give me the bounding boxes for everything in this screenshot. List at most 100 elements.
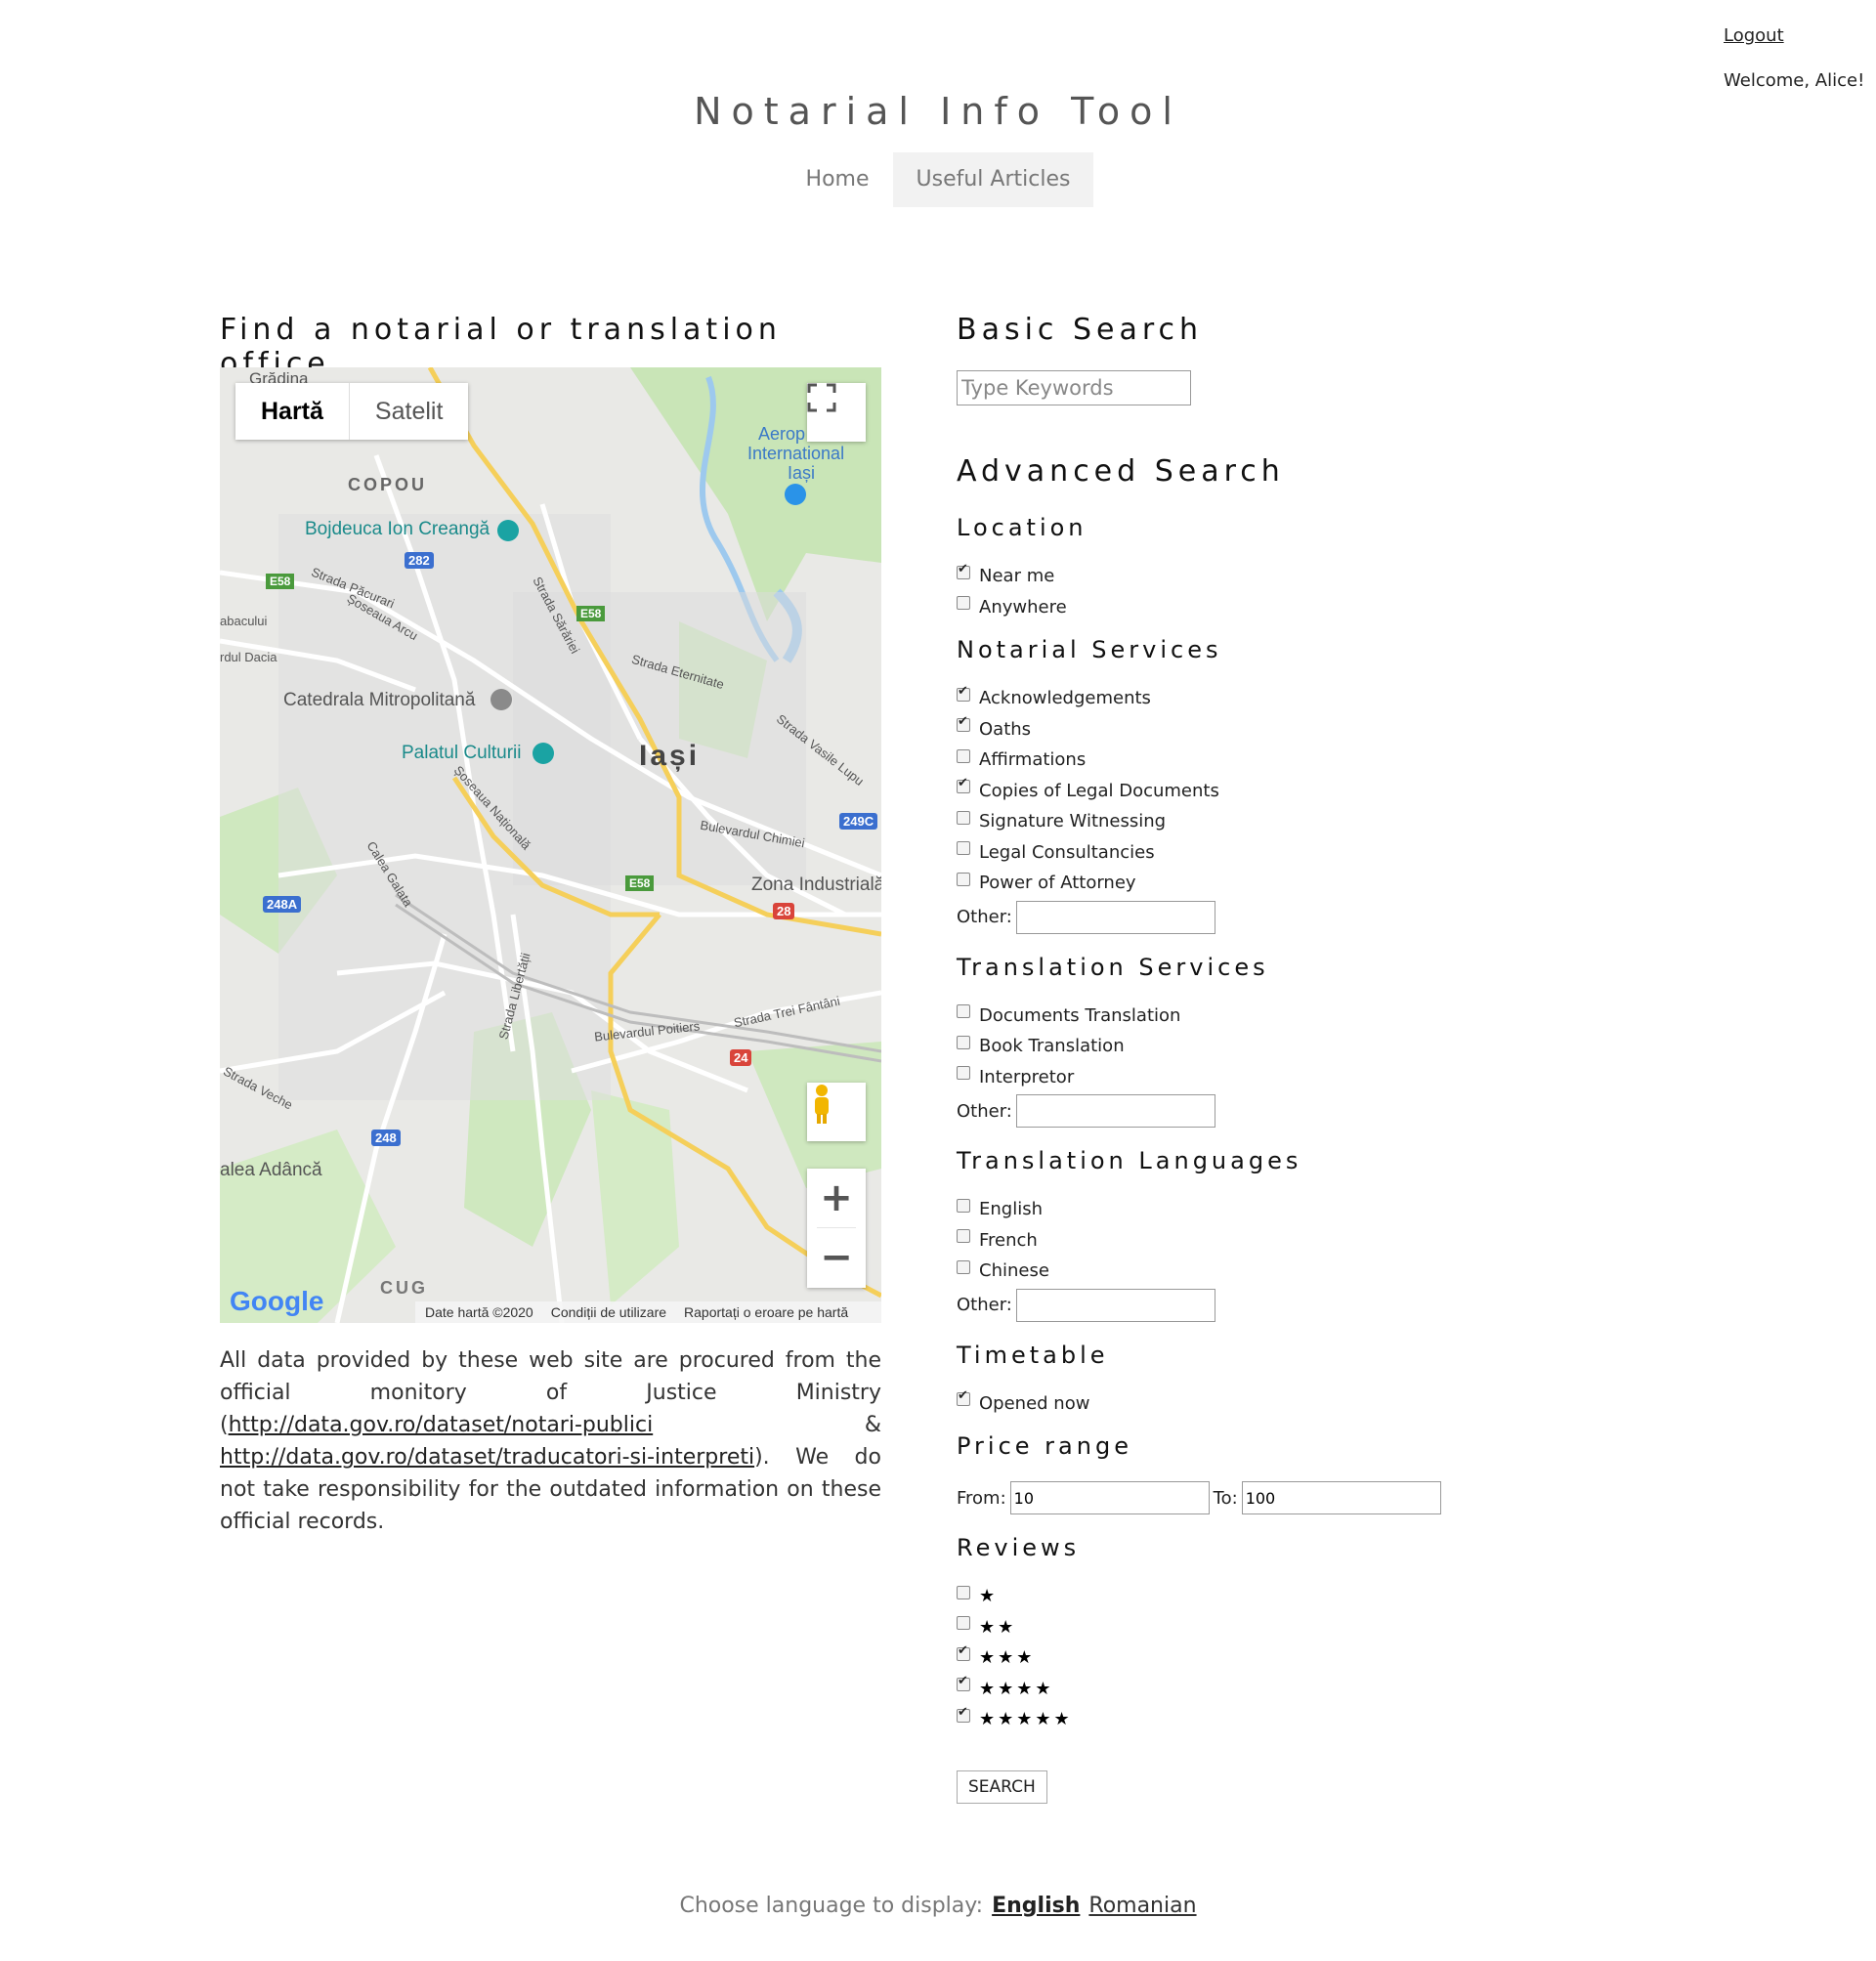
keywords-input[interactable] (957, 370, 1191, 405)
map-type-control: Hartă Satelit (235, 383, 469, 440)
french-option[interactable]: French (957, 1225, 1543, 1257)
book-translation-checkbox[interactable] (957, 1035, 970, 1049)
street-view-button[interactable] (807, 1083, 866, 1141)
interpretor-option[interactable]: Interpretor (957, 1062, 1543, 1093)
copies-option[interactable]: Copies of Legal Documents (957, 776, 1543, 807)
option-label: Documents Translation (979, 1004, 1181, 1026)
review-5-star-option[interactable]: ★★★★★ (957, 1704, 1543, 1735)
review-2-star-option[interactable]: ★★ (957, 1612, 1543, 1643)
affirmations-checkbox[interactable] (957, 748, 970, 763)
language-english-link[interactable]: English (992, 1894, 1080, 1918)
near-me-checkbox[interactable] (957, 562, 970, 579)
price-from-label: From: (957, 1487, 1006, 1509)
anywhere-checkbox[interactable] (957, 596, 970, 611)
zoom-in-button[interactable]: + (807, 1169, 866, 1227)
map[interactable]: Grădina COPOU Aerop International Iași B… (220, 367, 881, 1323)
translation-languages-heading: Translation Languages (957, 1147, 1302, 1174)
price-to-input[interactable] (1241, 1481, 1441, 1514)
search-column: Basic Search Advanced Search Location Ne… (957, 313, 1543, 1804)
chinese-checkbox[interactable] (957, 1259, 970, 1274)
nav-home[interactable]: Home (783, 152, 893, 207)
opened-now-option[interactable]: Opened now (957, 1388, 1543, 1420)
map-label: Zona Industrială (751, 874, 881, 895)
book-translation-option[interactable]: Book Translation (957, 1031, 1543, 1062)
near-me-option[interactable]: Near me (957, 561, 1543, 592)
legal-consultancies-option[interactable]: Legal Consultancies (957, 837, 1543, 869)
opened-now-checkbox[interactable] (957, 1388, 970, 1407)
review-1-star-checkbox[interactable] (957, 1585, 970, 1599)
french-checkbox[interactable] (957, 1229, 970, 1244)
affirmations-option[interactable]: Affirmations (957, 745, 1543, 776)
map-label: Aerop (758, 424, 806, 444)
reviews-heading: Reviews (957, 1534, 1081, 1561)
language-romanian-link[interactable]: Romanian (1088, 1894, 1196, 1918)
zoom-out-button[interactable]: − (807, 1228, 866, 1287)
site-title: Notarial Info Tool (694, 90, 1182, 133)
location-heading: Location (957, 514, 1087, 541)
oaths-option[interactable]: Oaths (957, 714, 1543, 746)
signature-witnessing-checkbox[interactable] (957, 810, 970, 825)
option-label: Chinese (979, 1260, 1049, 1282)
review-2-star-checkbox[interactable] (957, 1616, 970, 1631)
language-other-input[interactable] (1015, 1288, 1215, 1322)
notari-dataset-link[interactable]: http://data.gov.ro/dataset/notari-public… (229, 1413, 654, 1437)
map-data-credit: Date hartă ©2020 (425, 1304, 533, 1320)
anywhere-option[interactable]: Anywhere (957, 592, 1543, 623)
documents-translation-option[interactable]: Documents Translation (957, 1001, 1543, 1032)
zoom-control: + − (807, 1169, 866, 1288)
chinese-option[interactable]: Chinese (957, 1256, 1543, 1287)
map-label: Bojdeuca Ion Creangă (305, 519, 490, 539)
copies-checkbox[interactable] (957, 776, 970, 794)
interpretor-checkbox[interactable] (957, 1066, 970, 1081)
power-of-attorney-checkbox[interactable] (957, 872, 970, 886)
price-from-input[interactable] (1009, 1481, 1210, 1514)
timetable-options: Opened now (957, 1388, 1543, 1420)
star-rating-icon: ★★ (979, 1616, 1017, 1638)
review-3-star-checkbox[interactable] (957, 1643, 970, 1661)
legal-consultancies-checkbox[interactable] (957, 841, 970, 856)
acknowledgements-checkbox[interactable] (957, 684, 970, 702)
signature-witnessing-option[interactable]: Signature Witnessing (957, 806, 1543, 837)
nav-useful-articles[interactable]: Useful Articles (892, 152, 1094, 207)
map-report-link[interactable]: Raportați o eroare pe hartă (684, 1304, 848, 1320)
option-label: Near me (979, 566, 1055, 587)
welcome-message: Welcome, Alice! (1724, 70, 1865, 91)
map-label: Iași (788, 463, 816, 483)
search-button[interactable]: SEARCH (957, 1769, 1047, 1804)
google-logo: Google (230, 1286, 323, 1317)
fullscreen-button[interactable] (807, 383, 866, 442)
option-label: Anywhere (979, 596, 1067, 618)
map-terms-link[interactable]: Condiții de utilizare (551, 1304, 666, 1320)
review-4-star-checkbox[interactable] (957, 1674, 970, 1692)
oaths-checkbox[interactable] (957, 714, 970, 733)
option-label: Signature Witnessing (979, 811, 1167, 832)
road-shield: 28 (773, 903, 795, 919)
timetable-heading: Timetable (957, 1341, 1109, 1369)
review-options: ★ ★★ ★★★ ★★★★ ★★★★★ (957, 1581, 1543, 1735)
data-disclaimer: All data provided by these web site are … (220, 1344, 881, 1538)
translation-services-heading: Translation Services (957, 953, 1269, 981)
notarial-other-input[interactable] (1015, 900, 1215, 934)
logout-link[interactable]: Logout (1724, 25, 1784, 46)
translation-other-input[interactable] (1015, 1094, 1215, 1128)
price-to-label: To: (1213, 1487, 1238, 1509)
documents-translation-checkbox[interactable] (957, 1004, 970, 1019)
option-label: Acknowledgements (979, 688, 1151, 709)
power-of-attorney-option[interactable]: Power of Attorney (957, 868, 1543, 899)
acknowledgements-option[interactable]: Acknowledgements (957, 683, 1543, 714)
english-option[interactable]: English (957, 1194, 1543, 1225)
notarial-services-heading: Notarial Services (957, 636, 1222, 663)
map-type-map-button[interactable]: Hartă (235, 383, 350, 440)
map-footer: Date hartă ©2020 Condiții de utilizare R… (415, 1301, 881, 1323)
review-1-star-option[interactable]: ★ (957, 1581, 1543, 1612)
review-5-star-checkbox[interactable] (957, 1705, 970, 1723)
traducatori-dataset-link[interactable]: http://data.gov.ro/dataset/traducatori-s… (220, 1445, 754, 1470)
other-label: Other: (957, 1100, 1012, 1122)
star-rating-icon: ★ (979, 1586, 999, 1607)
english-checkbox[interactable] (957, 1198, 970, 1213)
review-3-star-option[interactable]: ★★★ (957, 1642, 1543, 1674)
option-label: Oaths (979, 718, 1032, 740)
map-type-satellite-button[interactable]: Satelit (350, 383, 468, 440)
other-label: Other: (957, 1295, 1012, 1315)
review-4-star-option[interactable]: ★★★★ (957, 1674, 1543, 1705)
